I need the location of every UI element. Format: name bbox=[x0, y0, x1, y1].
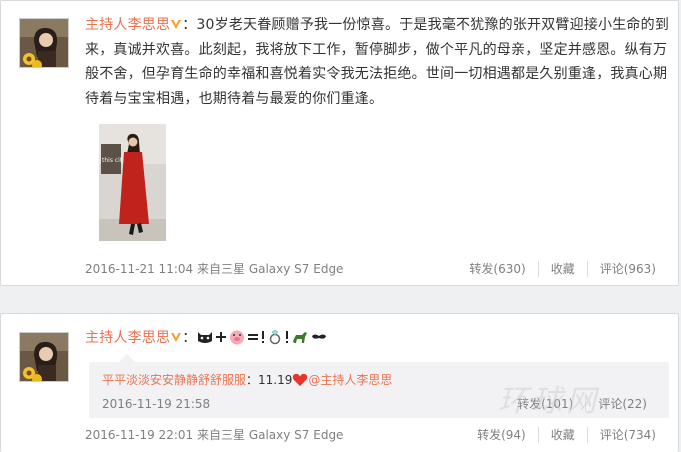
cat-face-icon bbox=[198, 332, 213, 343]
quoted-repost-button[interactable]: 转发(101) bbox=[505, 396, 585, 412]
post-text: 主持人李思思 ： bbox=[85, 326, 670, 351]
post-timestamp[interactable]: 2016-11-19 22:01 bbox=[85, 427, 193, 443]
vip-badge-icon bbox=[171, 333, 182, 342]
mustache-icon bbox=[312, 334, 327, 339]
comment-button[interactable]: 评论(734) bbox=[586, 427, 668, 443]
quoted-comment-button[interactable]: 评论(22) bbox=[585, 396, 659, 412]
photo-image: this city bbox=[99, 124, 166, 241]
post-footer: 2016-11-21 11:04 来自三星 Galaxy S7 Edge 转发(… bbox=[85, 261, 668, 277]
repost-button[interactable]: 转发(630) bbox=[457, 261, 537, 277]
post-actions: 转发(630) 收藏 评论(963) bbox=[457, 261, 668, 277]
ring-icon bbox=[270, 329, 281, 345]
avatar[interactable] bbox=[19, 18, 69, 68]
plus-icon bbox=[216, 332, 227, 342]
post-content-prefix: ： bbox=[182, 330, 197, 346]
post-photo[interactable]: this city bbox=[99, 124, 166, 241]
avatar-image bbox=[20, 333, 68, 381]
exclamation-icon bbox=[262, 331, 265, 343]
mention-link[interactable]: @主持人李思思 bbox=[308, 372, 392, 388]
post-text: 主持人李思思 ：30岁老天眷顾赠予我一份惊喜。于是我毫不犹豫的张开双臂迎接小生命的… bbox=[85, 13, 670, 111]
pig-face-icon bbox=[230, 330, 245, 345]
emoji-sequence bbox=[196, 329, 328, 345]
avatar-image bbox=[20, 19, 68, 67]
author-name[interactable]: 主持人李思思 bbox=[85, 17, 170, 33]
exclamation-icon bbox=[286, 331, 289, 343]
post-timestamp[interactable]: 2016-11-21 11:04 bbox=[85, 261, 193, 277]
repost-button[interactable]: 转发(94) bbox=[465, 427, 538, 443]
quoted-post-text: 平平淡淡安安静静舒舒服服 ：11.19 @主持人李思思 bbox=[102, 372, 392, 388]
comment-button[interactable]: 评论(963) bbox=[586, 261, 668, 277]
quoted-post-footer: 2016-11-19 21:58 转发(101) 评论(22) bbox=[102, 396, 659, 412]
vip-badge-icon bbox=[171, 20, 182, 29]
post-content: ：30岁老天眷顾赠予我一份惊喜。于是我毫不犹豫的张开双臂迎接小生命的到来，真诚并… bbox=[85, 17, 670, 107]
author-name[interactable]: 主持人李思思 bbox=[85, 330, 170, 346]
weibo-post-card: 主持人李思思 ：30岁老天眷顾赠予我一份惊喜。于是我毫不犹豫的张开双臂迎接小生命的… bbox=[0, 0, 679, 286]
favorite-button[interactable]: 收藏 bbox=[537, 427, 587, 443]
quoted-content: ：11.19 bbox=[246, 373, 293, 387]
quoted-actions: 转发(101) 评论(22) bbox=[505, 396, 659, 412]
weibo-post-card: 主持人李思思 ： 平平淡淡安安静静舒舒服服 ：11.19 @主持人李思思 2016-… bbox=[0, 313, 679, 452]
favorite-button[interactable]: 收藏 bbox=[537, 261, 587, 277]
avatar[interactable] bbox=[19, 332, 69, 382]
quoted-timestamp[interactable]: 2016-11-19 21:58 bbox=[102, 397, 210, 411]
equals-icon bbox=[248, 334, 259, 340]
quoted-author-name[interactable]: 平平淡淡安安静静舒舒服服 bbox=[102, 372, 246, 388]
quoted-post[interactable]: 平平淡淡安安静静舒舒服服 ：11.19 @主持人李思思 2016-11-19 21… bbox=[89, 354, 669, 418]
post-source[interactable]: 来自三星 Galaxy S7 Edge bbox=[197, 427, 343, 443]
post-footer: 2016-11-19 22:01 来自三星 Galaxy S7 Edge 转发(… bbox=[85, 427, 668, 443]
heart-icon bbox=[293, 373, 308, 386]
horse-icon bbox=[293, 332, 308, 343]
post-actions: 转发(94) 收藏 评论(734) bbox=[465, 427, 668, 443]
photo-caption-text: this city bbox=[102, 157, 126, 164]
post-source[interactable]: 来自三星 Galaxy S7 Edge bbox=[197, 261, 343, 277]
